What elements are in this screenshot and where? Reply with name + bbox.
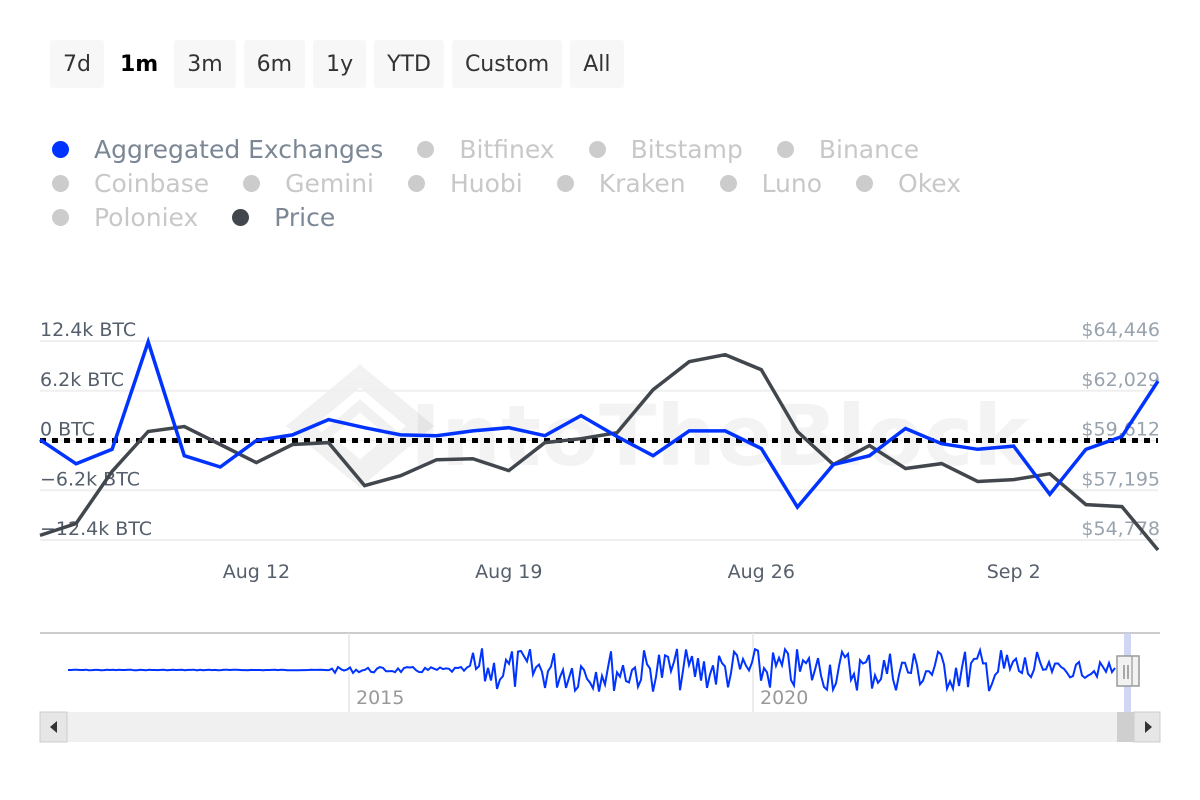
x-tick-label: Aug 19 [475, 561, 542, 583]
legend-label: Okex [898, 168, 962, 198]
scroll-right-button[interactable] [1133, 711, 1161, 743]
y-right-tick-label: $64,446 [1081, 319, 1160, 341]
legend-row: Poloniex Price [52, 200, 1052, 234]
legend-item-binance[interactable]: Binance [776, 134, 920, 164]
legend-dot-icon [556, 174, 574, 192]
legend-dot-icon [243, 174, 261, 192]
legend-item-bitfinex[interactable]: Bitfinex [417, 134, 555, 164]
range-button-7d[interactable]: 7d [50, 40, 104, 88]
legend-item-price[interactable]: Price [232, 203, 335, 232]
y-left-tick-label: 12.4k BTC [40, 319, 136, 341]
legend-dot-icon [719, 174, 737, 192]
legend-item-aggregated-exchanges[interactable]: Aggregated Exchanges [52, 135, 383, 164]
legend-dot-icon [52, 208, 69, 226]
legend-label: Bitfinex [459, 134, 555, 164]
legend-dot-icon [232, 208, 250, 226]
x-tick-label: Aug 12 [223, 561, 290, 583]
scroll-left-button[interactable] [39, 711, 68, 743]
watermark: IntoTheBlock [285, 364, 1031, 488]
legend-item-kraken[interactable]: Kraken [556, 168, 686, 198]
legend-label: Poloniex [94, 202, 199, 232]
legend-label: Aggregated Exchanges [94, 134, 384, 164]
legend-item-okex[interactable]: Okex [856, 169, 961, 198]
legend-row: Aggregated Exchanges Bitfinex Bitstamp Bina… [52, 132, 1052, 166]
legend-label: Kraken [598, 168, 686, 198]
navigator: 2015 2020 [39, 632, 1161, 743]
legend-item-huobi[interactable]: Huobi [407, 168, 523, 198]
x-tick-label: Sep 2 [987, 561, 1041, 583]
y-left-tick-label: −6.2k BTC [40, 468, 140, 490]
legend-dot-icon [407, 174, 425, 192]
range-button-3m[interactable]: 3m [174, 40, 236, 88]
y-left-tick-label: 0 BTC [40, 419, 95, 441]
legend-item-luno[interactable]: Luno [719, 168, 823, 198]
legend-dot-icon [856, 174, 874, 192]
legend-label: Huobi [449, 168, 523, 198]
legend-label: Bitstamp [630, 134, 743, 164]
range-selector: 7d 1m 3m 6m 1y YTD Custom All [50, 40, 624, 88]
legend-item-gemini[interactable]: Gemini [243, 169, 374, 198]
legend-dot-icon [52, 140, 69, 158]
main-chart: IntoTheBlock 12.4k BTC 6.2k BTC 0 BTC −6.2k… [39, 319, 1160, 583]
range-button-6m[interactable]: 6m [243, 40, 306, 88]
legend-label: Luno [761, 168, 823, 198]
scrollbar-thumb[interactable] [1117, 712, 1134, 742]
legend-dot-icon [776, 140, 794, 158]
legend-item-poloniex[interactable]: Poloniex [52, 203, 198, 232]
legend-item-bitstamp[interactable]: Bitstamp [588, 134, 743, 164]
navigator-label-2020: 2020 [760, 687, 808, 709]
legend-label: Binance [818, 134, 920, 164]
legend-label: Price [274, 202, 336, 232]
legend-label: Coinbase [94, 168, 210, 198]
range-button-ytd[interactable]: YTD [374, 40, 444, 88]
y-right-tick-label: $62,029 [1081, 369, 1160, 391]
range-button-all[interactable]: All [570, 40, 624, 88]
y-left-tick-label: 6.2k BTC [40, 369, 124, 391]
legend-dot-icon [417, 140, 435, 158]
x-tick-label: Aug 26 [728, 561, 795, 583]
y-right-tick-label: $57,195 [1081, 468, 1160, 490]
legend-row: Coinbase Gemini Huobi Kraken Luno Okex [52, 166, 1052, 200]
navigator-series-line [68, 646, 1116, 694]
navigator-handle[interactable] [1116, 655, 1140, 687]
scrollbar-track[interactable] [40, 712, 1160, 742]
range-button-1y[interactable]: 1y [313, 40, 367, 88]
legend-label: Gemini [285, 168, 374, 198]
navigator-label-2015: 2015 [356, 687, 404, 709]
range-button-1m[interactable]: 1m [112, 40, 166, 88]
range-button-custom[interactable]: Custom [451, 40, 563, 88]
legend-item-coinbase[interactable]: Coinbase [52, 169, 209, 198]
chart-legend: Aggregated Exchanges Bitfinex Bitstamp Bina… [52, 132, 1052, 234]
legend-dot-icon [588, 140, 606, 158]
legend-dot-icon [52, 174, 69, 192]
